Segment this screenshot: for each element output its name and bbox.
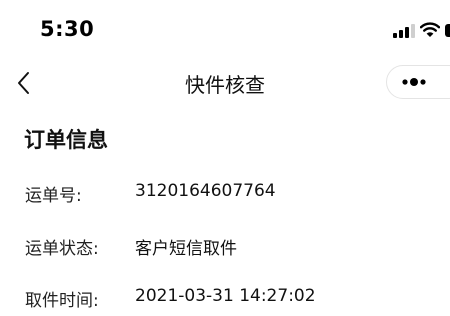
info-row-pickup-time: 取件时间: 2021-03-31 14:27:02 [0,286,450,316]
wifi-icon [420,22,440,37]
info-value: 3120164607764 [135,181,276,201]
status-bar: 5:30 [0,0,450,58]
info-value: 2021-03-31 14:27:02 [135,286,316,306]
status-time: 5:30 [40,17,95,41]
mini-program-menu-button[interactable] [386,65,450,99]
info-row-waybill-status: 运单状态: 客户短信取件 [0,234,450,264]
info-label: 运单号: [25,186,82,206]
more-dots-icon[interactable] [401,77,427,87]
nav-bar: 快件核查 [0,58,450,108]
page-title: 快件核查 [185,73,265,97]
battery-icon [445,24,450,37]
cellular-signal-icon [393,24,415,38]
info-label: 运单状态: [25,239,99,259]
info-value: 客户短信取件 [135,239,237,259]
section-title: 订单信息 [24,128,108,152]
info-row-waybill-number: 运单号: 3120164607764 [0,181,450,211]
status-icons [393,20,450,40]
info-label: 取件时间: [25,291,99,311]
